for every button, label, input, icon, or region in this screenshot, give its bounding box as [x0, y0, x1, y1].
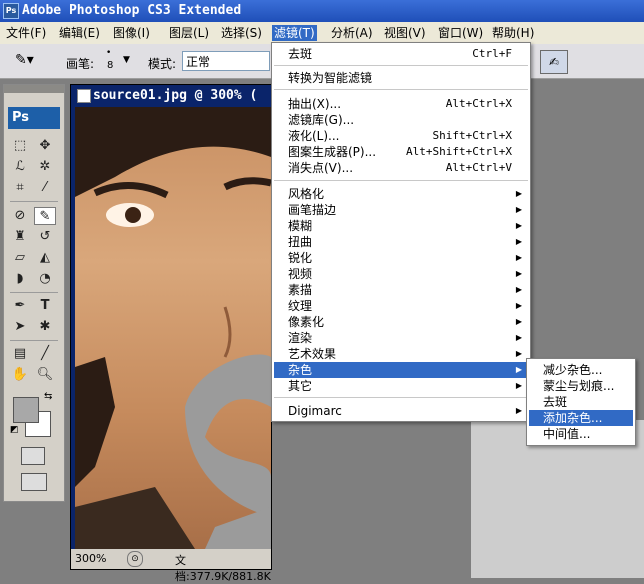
toolbox-divider: [10, 340, 58, 341]
document-title[interactable]: source01.jpg @ 300% (: [93, 88, 257, 103]
menu-layer[interactable]: 图层(L): [167, 25, 211, 41]
document-window: source01.jpg @ 300% ( 300% ⊙ 文档:377.9K/8…: [70, 84, 272, 583]
mode-select[interactable]: 正常: [182, 51, 270, 71]
filter-menu-item[interactable]: 渲染 ▶: [274, 330, 528, 346]
blur-tool-icon[interactable]: ◗: [9, 270, 31, 288]
filter-menu-item[interactable]: 转换为智能滤镜: [274, 70, 528, 86]
brush-dot-icon: •: [106, 48, 112, 58]
path-select-icon[interactable]: ➤: [9, 318, 31, 336]
filter-menu-item[interactable]: 画笔描边 ▶: [274, 202, 528, 218]
menu-separator: [274, 180, 528, 181]
type-tool-icon[interactable]: T: [34, 297, 56, 315]
submenu-item-add-noise[interactable]: 添加杂色...: [529, 410, 633, 426]
eyedropper-tool-icon[interactable]: ⁄: [34, 179, 56, 197]
menu-filter[interactable]: 滤镜(T): [272, 25, 317, 41]
filter-menu-item[interactable]: 液化(L)... Shift+Ctrl+X: [274, 128, 528, 144]
filter-menu-item[interactable]: 图案生成器(P)... Alt+Shift+Ctrl+X: [274, 144, 528, 160]
crop-tool-icon[interactable]: ⌗: [9, 179, 31, 197]
status-bar: 300% ⊙ 文档:377.9K/881.8K: [71, 549, 271, 583]
toolbox-divider: [10, 292, 58, 293]
marquee-tool-icon[interactable]: ⬚: [9, 137, 31, 155]
filter-menu-item[interactable]: 素描 ▶: [274, 282, 528, 298]
screen-mode-icon[interactable]: [21, 473, 47, 491]
brush-label: 画笔:: [66, 57, 95, 71]
zoom-tool-icon[interactable]: 🔍︎: [34, 366, 56, 384]
filter-menu-item[interactable]: 模糊 ▶: [274, 218, 528, 234]
hand-tool-icon[interactable]: ✋: [9, 366, 31, 384]
dodge-tool-icon[interactable]: ◔: [34, 270, 56, 288]
document-size: 文档:377.9K/881.8K: [175, 554, 271, 583]
toolbox-logo: Ps: [8, 107, 60, 129]
window-title: Adobe Photoshop CS3 Extended: [22, 3, 242, 18]
eraser-tool-icon[interactable]: ▱: [9, 249, 31, 267]
filter-menu-item[interactable]: 视频 ▶: [274, 266, 528, 282]
photoshop-logo-icon: Ps: [3, 3, 19, 19]
pen-tool-icon[interactable]: ✒: [9, 297, 31, 315]
eyedropper-icon[interactable]: ╱: [34, 345, 56, 363]
zoom-settings-icon[interactable]: ⊙: [127, 551, 143, 567]
document-icon: [77, 89, 91, 103]
photo-portrait: [75, 107, 271, 549]
menu-edit[interactable]: 编辑(E): [57, 25, 102, 41]
foreground-color-swatch[interactable]: [13, 397, 39, 423]
filter-menu-item[interactable]: 纹理 ▶: [274, 298, 528, 314]
menu-analysis[interactable]: 分析(A): [329, 25, 375, 41]
menu-help[interactable]: 帮助(H): [490, 25, 536, 41]
filter-menu-item[interactable]: 艺术效果 ▶: [274, 346, 528, 362]
submenu-item[interactable]: 减少杂色...: [529, 362, 633, 378]
menu-separator: [274, 65, 528, 66]
clone-stamp-icon[interactable]: ♜: [9, 228, 31, 246]
history-brush-icon[interactable]: ↺: [34, 228, 56, 246]
quick-mask-icon[interactable]: [21, 447, 45, 465]
menu-separator: [274, 397, 528, 398]
brush-tool-icon[interactable]: ✎▾: [15, 52, 34, 68]
menu-separator: [274, 89, 528, 90]
filter-menu-item-noise[interactable]: 杂色 ▶: [274, 362, 528, 378]
menu-window[interactable]: 窗口(W): [436, 25, 485, 41]
filter-menu-item[interactable]: Digimarc ▶: [274, 403, 528, 419]
menu-select[interactable]: 选择(S): [219, 25, 264, 41]
menu-image[interactable]: 图像(I): [111, 25, 152, 41]
brush-size[interactable]: 8: [107, 60, 113, 71]
chevron-down-icon[interactable]: ▼: [123, 55, 130, 65]
filter-menu-item[interactable]: 锐化 ▶: [274, 250, 528, 266]
submenu-item[interactable]: 中间值...: [529, 426, 633, 442]
filter-menu-item[interactable]: 像素化 ▶: [274, 314, 528, 330]
airbrush-toggle-icon[interactable]: ✍: [540, 50, 568, 74]
toolbox-header[interactable]: [4, 85, 64, 93]
filter-menu-item[interactable]: 抽出(X)... Alt+Ctrl+X: [274, 96, 528, 112]
swap-colors-icon[interactable]: ⇆: [44, 391, 52, 402]
image-canvas[interactable]: [75, 107, 271, 549]
lasso-tool-icon[interactable]: ℒ: [9, 158, 31, 176]
notes-tool-icon[interactable]: ▤: [9, 345, 31, 363]
filter-menu-item[interactable]: 消失点(V)... Alt+Ctrl+V: [274, 160, 528, 176]
filter-menu-item[interactable]: 风格化 ▶: [274, 186, 528, 202]
toolbox-panel: Ps ⬚ ✥ ℒ ✲ ⌗ ⁄ ⊘ ✎ ♜ ↺ ▱ ◭ ◗ ◔ ✒ T ➤ ✱ ▤…: [3, 84, 65, 502]
filter-menu-item[interactable]: 其它 ▶: [274, 378, 528, 394]
brush-tool-icon[interactable]: ✎: [34, 207, 56, 225]
submenu-item[interactable]: 蒙尘与划痕...: [529, 378, 633, 394]
noise-submenu: 减少杂色... 蒙尘与划痕... 去斑 添加杂色... 中间值...: [526, 358, 636, 446]
default-colors-icon[interactable]: ◩: [10, 425, 19, 435]
filter-menu-item[interactable]: 扭曲 ▶: [274, 234, 528, 250]
filter-menu-item[interactable]: 滤镜库(G)...: [274, 112, 528, 128]
healing-brush-icon[interactable]: ⊘: [9, 207, 31, 225]
zoom-level[interactable]: 300%: [75, 552, 106, 565]
submenu-item[interactable]: 去斑: [529, 394, 633, 410]
menu-view[interactable]: 视图(V): [382, 25, 428, 41]
mode-label: 模式:: [148, 57, 177, 71]
title-bar: Ps Adobe Photoshop CS3 Extended: [0, 0, 644, 22]
move-tool-icon[interactable]: ✥: [34, 137, 56, 155]
filter-menu: 去斑 Ctrl+F 转换为智能滤镜 抽出(X)... Alt+Ctrl+X 滤镜库(…: [271, 42, 531, 422]
menu-file[interactable]: 文件(F): [4, 25, 48, 41]
paint-bucket-icon[interactable]: ◭: [34, 249, 56, 267]
filter-menu-item[interactable]: 去斑 Ctrl+F: [274, 46, 528, 62]
toolbox-divider: [10, 201, 58, 202]
magic-wand-icon[interactable]: ✲: [34, 158, 56, 176]
custom-shape-icon[interactable]: ✱: [34, 318, 56, 336]
